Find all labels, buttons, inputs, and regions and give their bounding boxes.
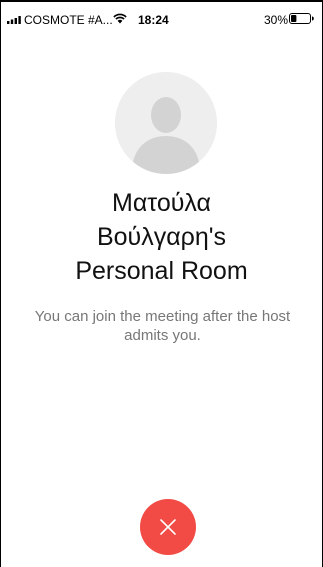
waiting-room-screen: COSMOTE #A... 18:24 30% Ματούλα Βούλγαρη… (0, 0, 323, 567)
status-bar: COSMOTE #A... 18:24 30% (1, 0, 322, 32)
signal-icon (7, 16, 21, 24)
status-time: 18:24 (138, 13, 169, 27)
battery-icon (289, 13, 314, 24)
room-title-line: Personal Room (75, 257, 248, 285)
battery-percentage: 30% (264, 13, 289, 27)
carrier-name: COSMOTE #A... (24, 13, 113, 27)
default-avatar-icon (115, 72, 217, 174)
waiting-message: You can join the meeting after the host … (34, 308, 291, 344)
host-avatar (115, 72, 217, 174)
leave-meeting-button[interactable] (140, 499, 196, 555)
close-icon (160, 519, 176, 535)
room-title: Ματούλα Βούλγαρη's Personal Room (11, 186, 312, 288)
wifi-icon (113, 13, 127, 24)
room-title-line: Ματούλα (112, 189, 211, 217)
room-title-line: Βούλγαρη's (96, 223, 227, 251)
